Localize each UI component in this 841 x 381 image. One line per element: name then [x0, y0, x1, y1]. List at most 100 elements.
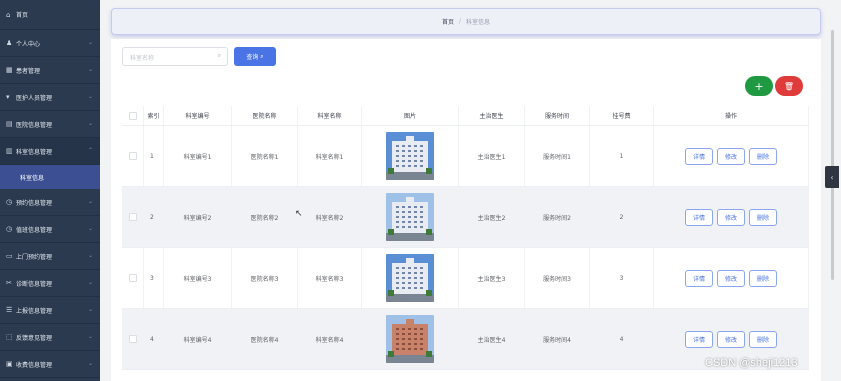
- sidebar-item-9[interactable]: ✂ 诊断信息管理 ⌄: [0, 270, 100, 297]
- query-button-label: 查询: [246, 54, 259, 61]
- detail-button[interactable]: 详情: [685, 208, 713, 226]
- staff-icon: ▾: [6, 93, 10, 101]
- sidebar-subitem-department-info[interactable]: 科室信息: [0, 165, 100, 189]
- chevron-down-icon: ⌄: [87, 306, 93, 313]
- column-header: 挂号费: [590, 106, 654, 125]
- sidebar-item-label: 个人中心: [16, 40, 41, 48]
- trash-icon: 🗑: [783, 81, 795, 91]
- plus-icon: +: [754, 79, 764, 93]
- department-photo: [386, 132, 434, 180]
- select-all-cell[interactable]: [122, 106, 144, 125]
- sidebar: ⌂ 首页 ♟ 个人中心 ⌄ ▦ 患者管理 ⌄ ▾ 医护人员管理 ⌄ ▤ 医院信息管理 ⌄ ▥ 科室信息管理 ⌃ 科…: [0, 0, 100, 381]
- table-row: 1 科室编号1 医院名称1 科室名称1 主治医生1 服务时间1 1 详情 修改 删除: [122, 126, 809, 187]
- edit-button[interactable]: 修改: [717, 269, 745, 287]
- delete-button[interactable]: 删除: [749, 147, 777, 165]
- table-cell: 主治医生1: [459, 126, 525, 186]
- row-checkbox[interactable]: [128, 213, 137, 221]
- delete-button[interactable]: 删除: [749, 269, 777, 287]
- table-cell: 科室名称1: [298, 126, 362, 186]
- table-cell: 主治医生3: [459, 248, 525, 308]
- table-cell: 服务时间4: [525, 309, 590, 369]
- edit-button[interactable]: 修改: [717, 208, 745, 226]
- table-cell: 服务时间2: [525, 187, 590, 247]
- table-cell: 主治医生4: [459, 309, 525, 369]
- chevron-down-icon: ⌄: [87, 198, 93, 205]
- detail-button[interactable]: 详情: [685, 330, 713, 348]
- batch-delete-button[interactable]: 🗑: [775, 76, 803, 96]
- table-cell: 科室名称4: [298, 309, 362, 369]
- row-checkbox[interactable]: [128, 274, 137, 282]
- add-button[interactable]: +: [745, 76, 773, 96]
- search-placeholder: 科室名称: [130, 55, 155, 62]
- table-cell: 3: [590, 248, 654, 308]
- image-cell: [362, 248, 459, 308]
- sidebar-item-label: 上门预约管理: [16, 253, 53, 261]
- select-all-checkbox[interactable]: [128, 111, 137, 120]
- sidebar-item-11[interactable]: ⬚ 反馈意见管理 ⌄: [0, 324, 100, 351]
- table-cell: 医院名称1: [232, 126, 298, 186]
- report-icon: ☰: [6, 306, 13, 314]
- sidebar-item-label: 医护人员管理: [16, 94, 53, 102]
- column-header: 医院名称: [232, 106, 298, 125]
- sidebar-item-label: 值班信息管理: [16, 226, 53, 234]
- search-input[interactable]: 科室名称 ⌕: [122, 47, 228, 66]
- search-icon: ⌕: [260, 52, 264, 60]
- table-cell: 医院名称4: [232, 309, 298, 369]
- sidebar-item-3[interactable]: ▾ 医护人员管理 ⌄: [0, 84, 100, 111]
- table-cell: 服务时间3: [525, 248, 590, 308]
- sidebar-item-5[interactable]: ▥ 科室信息管理 ⌃: [0, 138, 100, 165]
- table-cell: 3: [144, 248, 164, 308]
- column-header: 科室名称: [298, 106, 362, 125]
- edit-button[interactable]: 修改: [717, 147, 745, 165]
- breadcrumb-current: 科室信息: [466, 19, 491, 26]
- table-cell: 2: [144, 187, 164, 247]
- breadcrumb-home[interactable]: 首页: [442, 17, 454, 26]
- delete-button[interactable]: 删除: [749, 330, 777, 348]
- sidebar-item-0[interactable]: ⌂ 首页: [0, 0, 100, 30]
- sidebar-item-12[interactable]: ▣ 收费信息管理 ⌄: [0, 351, 100, 378]
- sidebar-item-7[interactable]: ◷ 值班信息管理 ⌄: [0, 216, 100, 243]
- department-table: 索引 科室编号 医院名称 科室名称 图片 主治医生 服务时间 挂号费 操作 1 科室编号1 医院名称…: [122, 106, 809, 370]
- table-cell: 服务时间1: [525, 126, 590, 186]
- column-header: 索引: [144, 106, 164, 125]
- actions-cell: 详情 修改 删除: [654, 126, 809, 186]
- fee-icon: ▣: [6, 360, 13, 368]
- home-icon: ⌂: [6, 10, 11, 19]
- row-select-cell: [122, 187, 144, 247]
- edit-button[interactable]: 修改: [717, 330, 745, 348]
- sidebar-item-6[interactable]: ◷ 预约信息管理 ⌄: [0, 189, 100, 216]
- department-photo: [386, 254, 434, 302]
- sidebar-item-label: 诊断信息管理: [16, 280, 53, 288]
- table-cell: 4: [590, 309, 654, 369]
- content-panel: 科室名称 ⌕ 查询 ⌕ + 🗑 索引 科室编号 医院名称 科室名称 图片 主治医生 服务时间…: [111, 39, 821, 381]
- sidebar-item-8[interactable]: ▭ 上门预约管理 ⌄: [0, 243, 100, 270]
- delete-button[interactable]: 删除: [749, 208, 777, 226]
- table-cell: 2: [590, 187, 654, 247]
- query-button[interactable]: 查询 ⌕: [234, 47, 276, 66]
- row-checkbox[interactable]: [128, 152, 137, 160]
- main-area: 首页 / 科室信息 科室名称 ⌕ 查询 ⌕ + 🗑 索引 科室编号 医院名称 科室名称…: [100, 0, 841, 381]
- clock-icon: ◷: [6, 225, 13, 233]
- scrollbar[interactable]: [831, 30, 834, 280]
- row-checkbox[interactable]: [128, 335, 137, 343]
- sidebar-item-1[interactable]: ♟ 个人中心 ⌄: [0, 30, 100, 57]
- column-header: 服务时间: [525, 106, 590, 125]
- table-cell: 医院名称3: [232, 248, 298, 308]
- detail-button[interactable]: 详情: [685, 269, 713, 287]
- sidebar-item-2[interactable]: ▦ 患者管理 ⌄: [0, 57, 100, 84]
- actions-cell: 详情 修改 删除: [654, 187, 809, 247]
- chevron-down-icon: ⌄: [87, 66, 93, 73]
- watermark: CSDN @sheji1213: [705, 357, 798, 369]
- sidebar-item-4[interactable]: ▤ 医院信息管理 ⌄: [0, 111, 100, 138]
- collapse-toggle[interactable]: ‹: [825, 166, 839, 188]
- sidebar-item-10[interactable]: ☰ 上报信息管理 ⌄: [0, 297, 100, 324]
- table-cell: 科室编号2: [164, 187, 232, 247]
- hospital-icon: ▤: [6, 120, 13, 128]
- table-body: 1 科室编号1 医院名称1 科室名称1 主治医生1 服务时间1 1 详情 修改 删除 2 科室编号2…: [122, 126, 809, 370]
- table-row: 2 科室编号2 医院名称2 科室名称2 主治医生2 服务时间2 2 详情 修改 删除: [122, 187, 809, 248]
- chevron-down-icon: ⌄: [87, 252, 93, 259]
- chevron-down-icon: ⌄: [87, 120, 93, 127]
- detail-button[interactable]: 详情: [685, 147, 713, 165]
- table-cell: 科室名称3: [298, 248, 362, 308]
- chevron-down-icon: ⌄: [87, 225, 93, 232]
